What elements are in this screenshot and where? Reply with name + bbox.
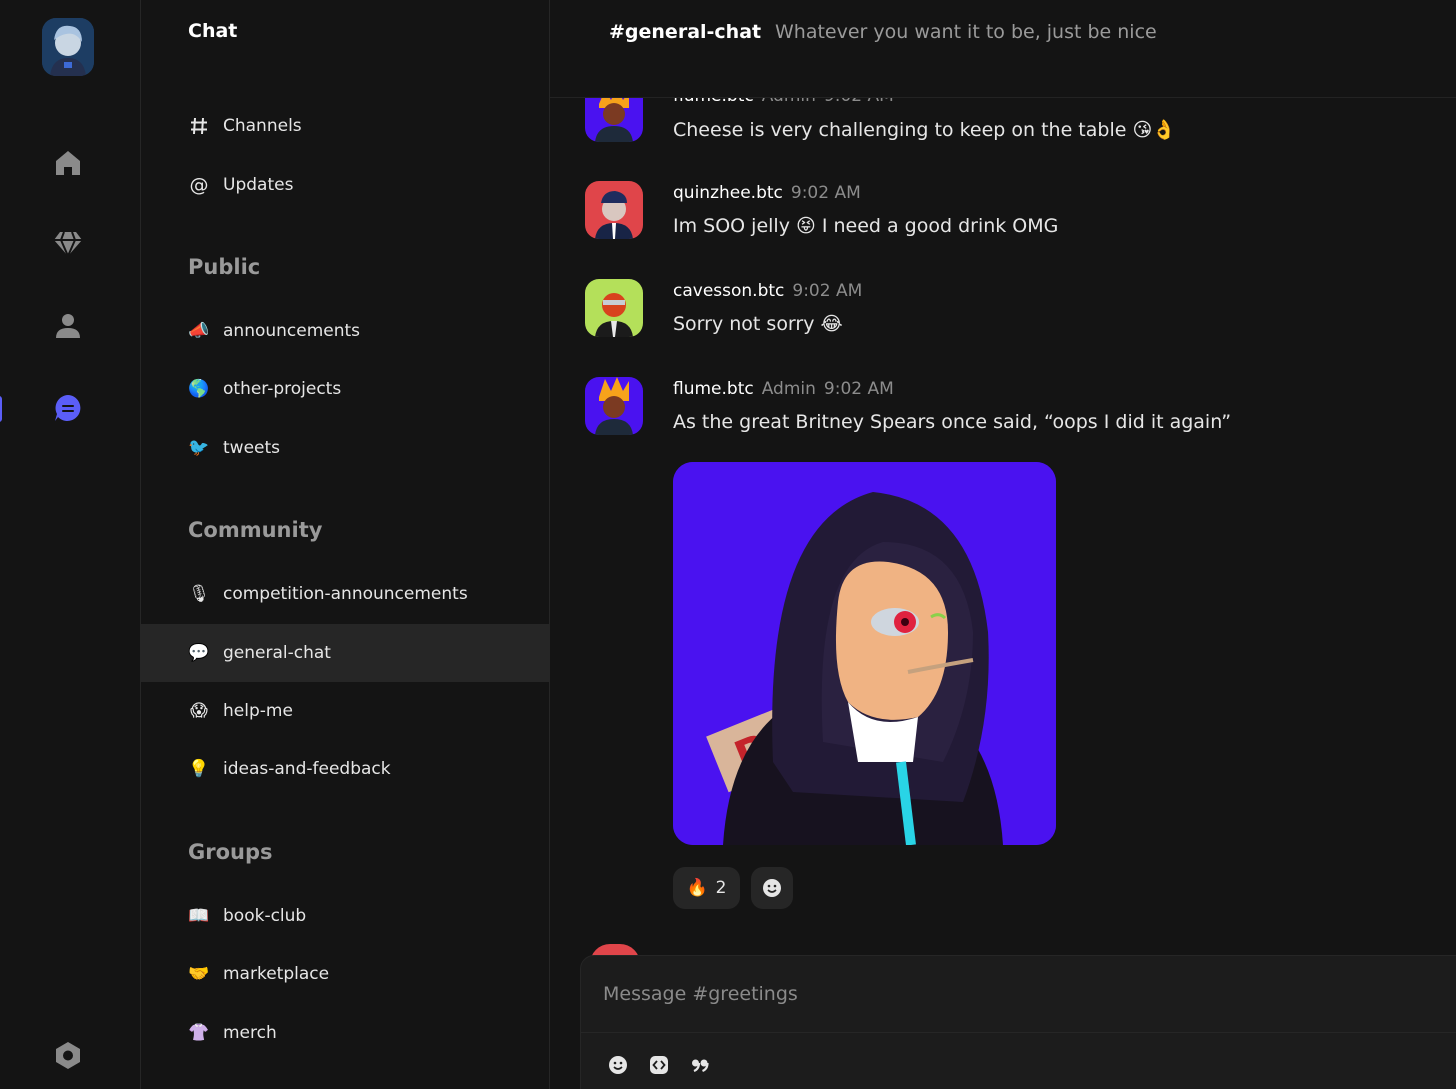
section-title-public: Public [188,255,261,279]
sidebar-item-merch[interactable]: 👚 merch [141,1004,549,1062]
lightbulb-icon: 💡 [188,759,210,779]
sidebar-item-announcements[interactable]: 📣 announcements [141,302,549,360]
avatar[interactable] [585,377,643,435]
globe-icon: 🌎 [188,379,210,399]
message-text: Im SOO jelly 😝 I need a good drink OMG [673,215,1059,237]
open-book-icon: 📖 [188,906,210,926]
emoji-button[interactable] [603,1050,633,1080]
image-attachment[interactable]: PIZ [673,462,1056,845]
sidebar-item-label: ideas-and-feedback [223,759,391,779]
message-composer [580,955,1456,1089]
sidebar-item-book-club[interactable]: 📖 book-club [141,887,549,945]
sidebar-item-competition-announcements[interactable]: 🎙 competition-announcements [141,565,549,623]
rail-diamond-button[interactable] [46,222,90,266]
bird-icon: 🐦 [188,438,210,458]
sidebar-item-label: general-chat [223,643,331,663]
message-text: Cheese is very challenging to keep on th… [673,119,1176,141]
active-indicator [0,396,2,422]
chat-main: #general-chat Whatever you want it to be… [550,0,1456,1089]
section-title-community: Community [188,518,323,542]
settings-hexagon-icon [56,1042,80,1069]
home-icon [56,151,80,175]
code-icon [650,1056,668,1074]
sidebar-item-label: marketplace [223,964,330,984]
channel-header: #general-chat Whatever you want it to be… [550,0,1456,98]
rail-home-button[interactable] [46,141,90,185]
sidebar-item-tweets[interactable]: 🐦 tweets [141,419,549,477]
message-input[interactable] [603,974,1403,1014]
chat-bubble-icon [55,395,81,421]
message-role: Admin [761,379,816,399]
sidebar-item-label: help-me [223,701,293,721]
speech-bubble-icon: 💬 [188,643,210,663]
handshake-icon: 🤝 [188,964,210,984]
message-text: As the great Britney Spears once said, “… [673,411,1232,433]
sidebar-item-label: merch [223,1023,277,1043]
sidebar-title: Chat [188,20,238,42]
rail-chat-button[interactable] [46,386,90,430]
message-username[interactable]: quinzhee.btc [673,183,783,203]
message-time: 9:02 AM [792,281,863,301]
reaction-fire[interactable]: 🔥 2 [673,867,740,909]
emoji-icon [609,1056,627,1074]
fire-icon: 🔥 [686,878,708,898]
sidebar-item-label: other-projects [223,379,342,399]
rail-profile-button[interactable] [46,304,90,348]
section-title-groups: Groups [188,840,273,864]
message-username[interactable]: flume.btc [673,379,754,399]
sidebar-item-label: tweets [223,438,281,458]
app-rail [0,0,141,1089]
channel-sidebar: Chat Channels @ Updates Public 📣 announc… [141,0,550,1089]
sidebar-item-label: book-club [223,906,307,926]
sidebar-item-updates[interactable]: @ Updates [141,156,549,214]
reaction-count: 2 [715,878,727,898]
sidebar-item-label: Updates [223,175,294,195]
diamond-icon [54,231,82,258]
message-time: 9:02 AM [790,183,861,203]
message-text: Sorry not sorry 😂 [673,313,843,335]
screaming-face-icon: 😱 [190,701,208,721]
avatar[interactable] [585,279,643,337]
message-time: 9:02 AM [823,379,894,399]
sidebar-item-help-me[interactable]: 😱 help-me [141,682,549,740]
quote-button[interactable] [685,1050,715,1080]
microphone-icon: 🎙 [188,584,210,604]
sidebar-item-general-chat[interactable]: 💬 general-chat [141,624,549,682]
smiley-icon [763,879,781,897]
at-icon: @ [189,174,209,196]
channel-topic: Whatever you want it to be, just be nice [775,21,1157,43]
channel-name: #general-chat [609,21,762,43]
user-avatar[interactable] [42,18,94,76]
message-meta: quinzhee.btc 9:02 AM [673,183,861,203]
sidebar-item-channels[interactable]: Channels [141,97,549,155]
hash-icon [188,115,210,137]
add-reaction-button[interactable] [751,867,793,909]
quote-icon [692,1059,709,1073]
composer-divider [581,1032,1456,1033]
sidebar-item-label: competition-announcements [223,584,468,604]
shirt-icon: 👚 [188,1023,210,1043]
avatar[interactable] [585,181,643,239]
sidebar-item-other-projects[interactable]: 🌎 other-projects [141,360,549,418]
message-username[interactable]: cavesson.btc [673,281,784,301]
sidebar-item-ideas-and-feedback[interactable]: 💡 ideas-and-feedback [141,740,549,798]
megaphone-icon: 📣 [188,321,210,341]
message-meta: cavesson.btc 9:02 AM [673,281,862,301]
message-meta: flume.btc Admin 9:02 AM [673,379,894,399]
user-icon [56,314,80,338]
code-button[interactable] [644,1050,674,1080]
sidebar-item-label: announcements [223,321,361,341]
sidebar-item-label: Channels [223,116,302,136]
sidebar-item-marketplace[interactable]: 🤝 marketplace [141,945,549,1003]
rail-settings-button[interactable] [46,1033,90,1077]
